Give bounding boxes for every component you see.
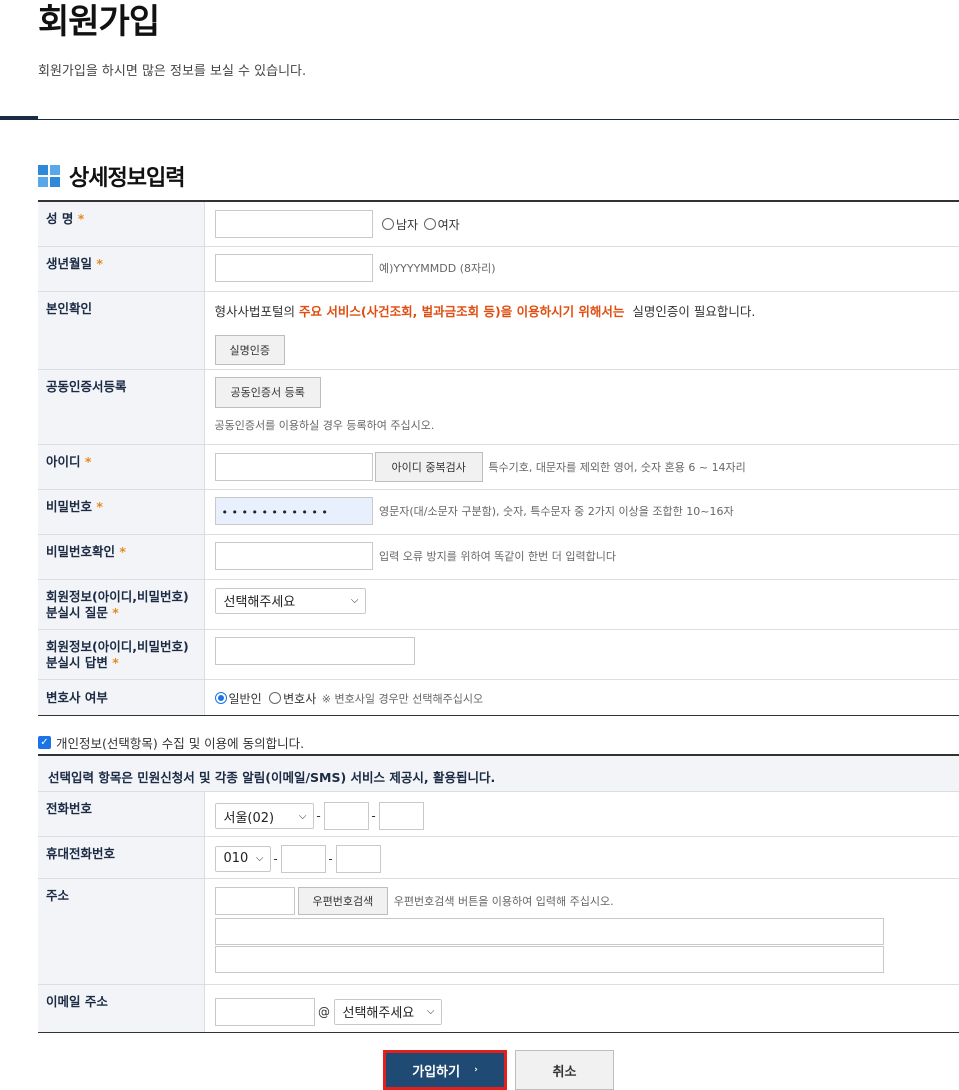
row-email: 이메일 주소 @ 선택해주세요 ⌵ (38, 984, 959, 1033)
row-address: 주소 우편번호검색 우편번호검색 버튼을 이용하여 입력해 주십시오. (38, 878, 959, 985)
gender-male-radio[interactable] (382, 218, 394, 230)
row-mobile: 휴대전화번호 010 ⌵ - - (38, 836, 959, 879)
general-label: 일반인 (228, 691, 262, 706)
cancel-button[interactable]: 취소 (515, 1050, 614, 1090)
gender-female-radio[interactable] (423, 218, 436, 230)
chevron-down-icon: ⌵ (255, 853, 264, 864)
label-name: 성 명 * (38, 201, 205, 247)
section-heading: 상세정보입력 (38, 160, 185, 192)
label-answer: 회원정보(아이디,비밀번호) 분실시 답변 * (38, 629, 205, 680)
mobile-last-input[interactable] (335, 844, 381, 873)
userid-hint: 특수기호, 대문자를 제외한 영어, 숫자 혼용 6 ~ 14자리 (488, 460, 746, 474)
birth-hint: 예)YYYYMMDD (8자리) (379, 261, 496, 275)
gender-female-label: 여자 (437, 217, 460, 232)
label-phone: 전화번호 (38, 792, 205, 837)
signup-page: 회원가입 회원가입을 하시면 많은 정보를 보실 수 있습니다. 상세정보입력 … (0, 0, 959, 1090)
id-duplicate-check-button[interactable]: 아이디 중복검사 (374, 451, 483, 482)
label-birth: 생년월일 * (38, 246, 205, 292)
label-password: 비밀번호 * (38, 489, 205, 535)
phone-area-select[interactable]: 서울(02) ⌵ (214, 803, 314, 829)
row-phone: 전화번호 서울(02) ⌵ - - (38, 792, 959, 837)
label-address: 주소 (38, 878, 205, 985)
password-hint: 영문자(대/소문자 구분함), 숫자, 특수문자 중 2가지 이상을 조합한 1… (379, 504, 734, 518)
password-confirm-hint: 입력 오류 방지를 위하여 똑같이 한번 더 입력합니다 (379, 549, 616, 563)
chevron-down-icon: ⌵ (298, 810, 307, 822)
mobile-middle-input[interactable] (280, 844, 326, 873)
address-line1-input[interactable] (214, 917, 884, 945)
row-birth: 생년월일 * 예)YYYYMMDD (8자리) (38, 246, 959, 292)
lawyer-note: ※ 변호사일 경우만 선택해주십시오 (321, 692, 484, 705)
privacy-agree-label: 개인정보(선택항목) 수집 및 이용에 동의합니다. (56, 736, 305, 751)
password-confirm-input[interactable] (214, 541, 373, 570)
optional-info-notice: 선택입력 항목은 민원신청서 및 각종 알림(이메일/SMS) 서비스 제공시,… (38, 754, 959, 792)
real-name-verify-button[interactable]: 실명인증 (214, 334, 285, 365)
label-userid: 아이디 * (38, 444, 205, 490)
verify-text: 형사사법포털의 주요 서비스(사건조회, 벌과금조회 등)을 이용하시기 위해서… (214, 303, 756, 319)
row-question: 회원정보(아이디,비밀번호) 분실시 질문 * 선택해주세요 ⌵ (38, 579, 959, 630)
row-answer: 회원정보(아이디,비밀번호) 분실시 답변 * (38, 629, 959, 680)
label-password-confirm: 비밀번호확인 * (38, 534, 205, 580)
zipcode-input[interactable] (214, 886, 295, 915)
address-line2-input[interactable] (214, 945, 884, 973)
label-lawyer: 변호사 여부 (38, 679, 205, 716)
cert-hint: 공동인증서를 이용하실 경우 등록하여 주십시오. (214, 418, 435, 432)
row-userid: 아이디 * 아이디 중복검사 특수기호, 대문자를 제외한 영어, 숫자 혼용 … (38, 444, 959, 490)
question-select[interactable]: 선택해주세요 ⌵ (214, 587, 366, 614)
join-button[interactable]: 가입하기 › (383, 1050, 507, 1090)
general-radio[interactable] (214, 692, 227, 704)
detail-form-table: 성 명 * 남자 여자 생년월일 * 예)YYYYMMDD (8자리) 본인확인… (38, 200, 959, 716)
privacy-agree[interactable]: ✓ 개인정보(선택항목) 수집 및 이용에 동의합니다. (38, 733, 304, 752)
chevron-down-icon: ⌵ (426, 1006, 435, 1017)
arrow-right-icon: › (474, 1065, 478, 1075)
lawyer-label: 변호사 (283, 691, 317, 706)
chevron-down-icon: ⌵ (350, 595, 359, 606)
form-actions: 가입하기 › 취소 (0, 1050, 959, 1090)
lawyer-radio[interactable] (269, 692, 282, 704)
row-password: 비밀번호 * • • • • • • • • • • • 영문자(대/소문자 구… (38, 489, 959, 535)
optional-form-table: 전화번호 서울(02) ⌵ - - 휴대전화번호 010 ⌵ - - 주소 우편번호검색 우… (38, 792, 959, 1033)
email-domain-select[interactable]: 선택해주세요 ⌵ (333, 998, 442, 1025)
phone-middle-input[interactable] (323, 802, 369, 830)
row-password-confirm: 비밀번호확인 * 입력 오류 방지를 위하여 똑같이 한번 더 입력합니다 (38, 534, 959, 580)
page-title: 회원가입 (38, 2, 160, 42)
phone-last-input[interactable] (378, 802, 424, 830)
squares-icon (38, 165, 60, 187)
name-input[interactable] (214, 210, 373, 238)
check-icon[interactable]: ✓ (38, 736, 51, 749)
label-mobile: 휴대전화번호 (38, 836, 205, 879)
userid-input[interactable] (214, 452, 373, 481)
email-local-input[interactable] (214, 997, 315, 1026)
label-question: 회원정보(아이디,비밀번호) 분실시 질문 * (38, 579, 205, 630)
row-name: 성 명 * 남자 여자 (38, 201, 959, 247)
zipcode-search-button[interactable]: 우편번호검색 (297, 886, 389, 915)
title-divider (0, 119, 959, 120)
answer-input[interactable] (214, 636, 415, 665)
label-cert: 공동인증서등록 (38, 369, 205, 445)
cert-register-button[interactable]: 공동인증서 등록 (214, 376, 321, 408)
mobile-prefix-select[interactable]: 010 ⌵ (214, 845, 271, 872)
at-sign: @ (318, 1004, 330, 1019)
label-email: 이메일 주소 (38, 984, 205, 1033)
gender-male-label: 남자 (396, 217, 419, 232)
section-title: 상세정보입력 (69, 166, 185, 191)
row-verify: 본인확인 형사사법포털의 주요 서비스(사건조회, 벌과금조회 등)을 이용하시… (38, 291, 959, 370)
row-cert: 공동인증서등록 공동인증서 등록 공동인증서를 이용하실 경우 등록하여 주십시… (38, 369, 959, 445)
password-input[interactable]: • • • • • • • • • • • (214, 496, 373, 525)
page-description: 회원가입을 하시면 많은 정보를 보실 수 있습니다. (38, 64, 307, 79)
birth-input[interactable] (214, 253, 373, 282)
address-hint: 우편번호검색 버튼을 이용하여 입력해 주십시오. (393, 894, 614, 908)
row-lawyer: 변호사 여부 일반인 변호사 ※ 변호사일 경우만 선택해주십시오 (38, 679, 959, 716)
label-verify: 본인확인 (38, 291, 205, 370)
